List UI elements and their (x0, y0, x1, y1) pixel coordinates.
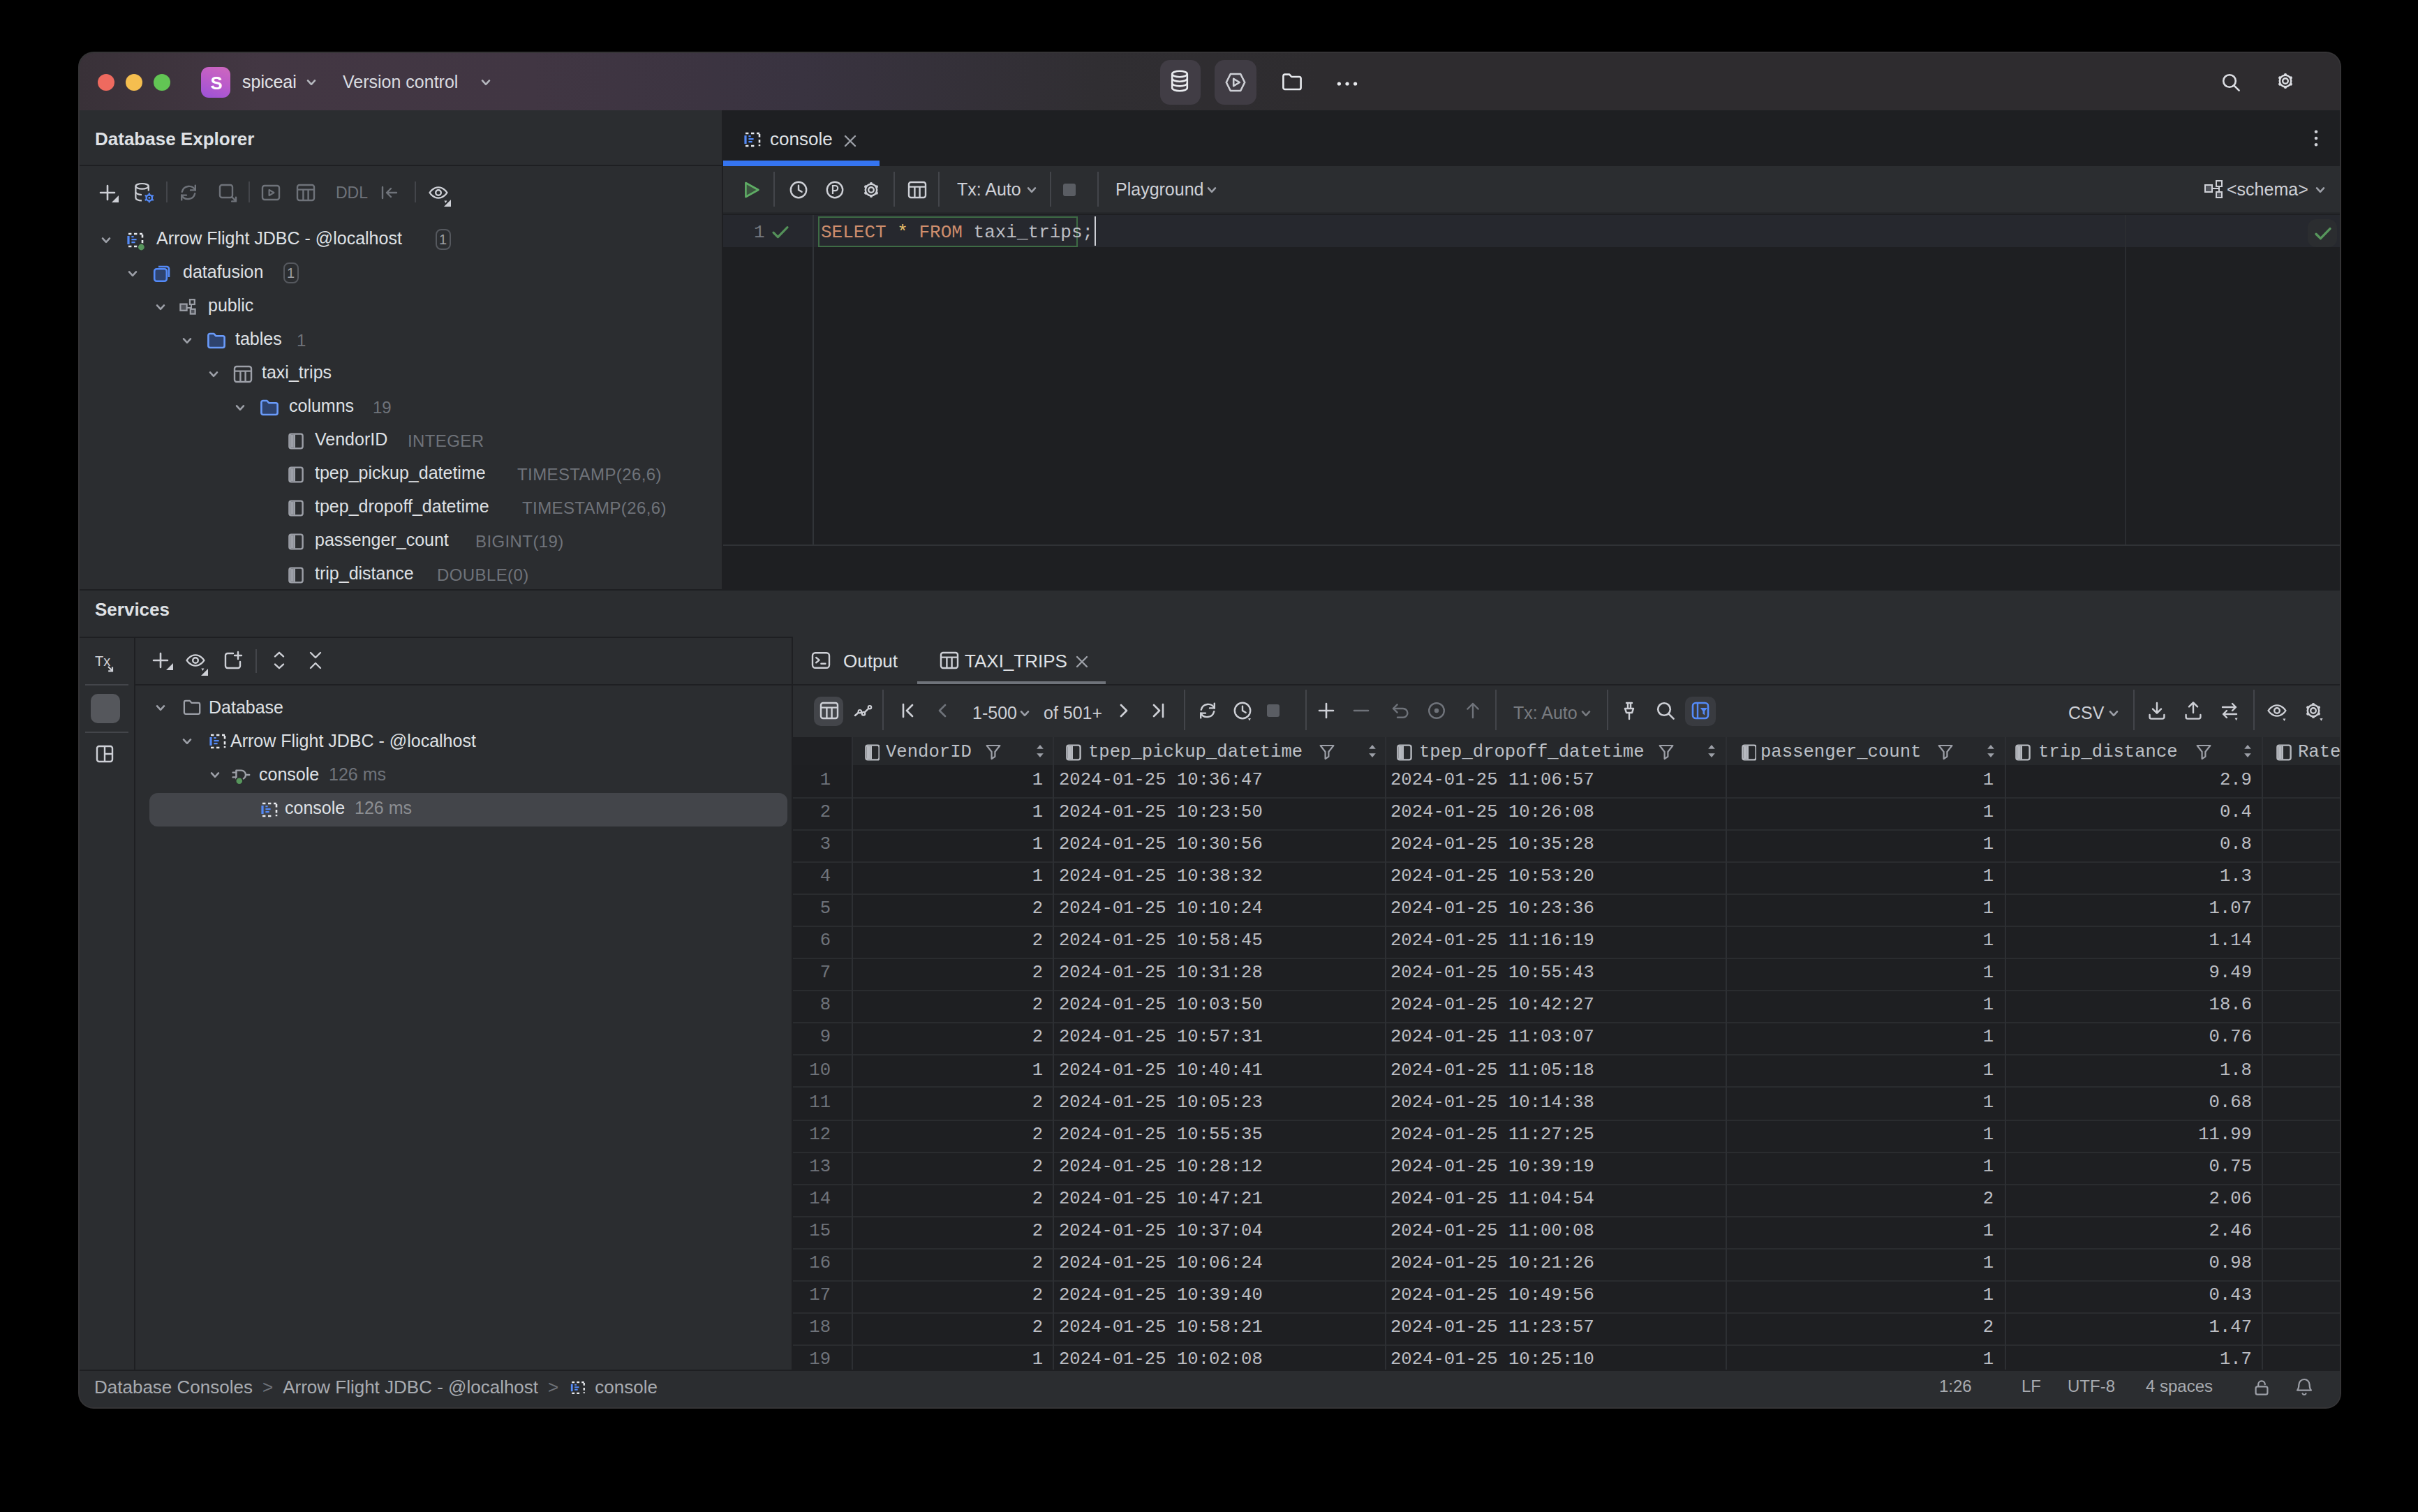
svg-text:Tx: Tx (94, 653, 110, 669)
